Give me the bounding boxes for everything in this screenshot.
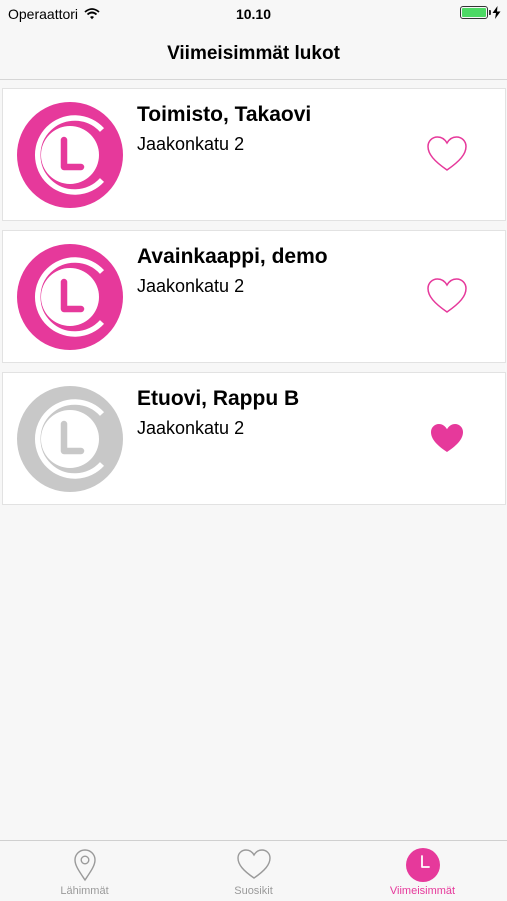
page-title: Viimeisimmät lukot bbox=[167, 42, 340, 64]
tab-favorites[interactable]: Suosikit bbox=[169, 841, 338, 901]
tab-bar: Lähimmät Suosikit Viimeisimmät bbox=[0, 840, 507, 900]
heart-icon bbox=[236, 849, 271, 879]
clock-icon bbox=[405, 848, 440, 882]
lock-logo-icon bbox=[17, 244, 123, 350]
status-indicators bbox=[460, 6, 501, 19]
lock-logo-icon bbox=[17, 386, 123, 492]
location-pin-icon bbox=[73, 849, 96, 882]
status-bar: Operaattori 10.10 bbox=[0, 0, 507, 28]
tab-label: Viimeisimmät bbox=[389, 885, 456, 897]
lock-card[interactable]: Avainkaappi, demo Jaakonkatu 2 bbox=[2, 230, 506, 363]
tab-nearest[interactable]: Lähimmät bbox=[0, 841, 169, 901]
tab-recent[interactable]: Viimeisimmät bbox=[338, 841, 507, 901]
status-time: 10.10 bbox=[235, 6, 272, 22]
lock-logo-icon bbox=[17, 102, 123, 208]
favorite-heart-filled-icon[interactable] bbox=[426, 419, 468, 457]
lock-title: Etuovi, Rappu B bbox=[137, 387, 300, 410]
lock-address: Jaakonkatu 2 bbox=[137, 134, 245, 154]
tab-label: Lähimmät bbox=[60, 885, 109, 897]
navigation-bar: Viimeisimmät lukot bbox=[0, 28, 507, 80]
tab-label: Suosikit bbox=[234, 885, 273, 897]
lock-card[interactable]: Etuovi, Rappu B Jaakonkatu 2 bbox=[2, 372, 506, 505]
lock-title: Avainkaappi, demo bbox=[137, 245, 328, 268]
battery-icon bbox=[460, 6, 491, 19]
lock-card[interactable]: Toimisto, Takaovi Jaakonkatu 2 bbox=[2, 88, 506, 221]
lock-title: Toimisto, Takaovi bbox=[137, 103, 312, 126]
lock-address: Jaakonkatu 2 bbox=[137, 418, 245, 438]
lock-address: Jaakonkatu 2 bbox=[137, 276, 245, 296]
lock-list: Toimisto, Takaovi Jaakonkatu 2 Avainkaap… bbox=[2, 88, 506, 514]
favorite-heart-outline-icon[interactable] bbox=[426, 277, 468, 315]
charging-bolt-icon bbox=[492, 6, 501, 19]
favorite-heart-outline-icon[interactable] bbox=[426, 135, 468, 173]
